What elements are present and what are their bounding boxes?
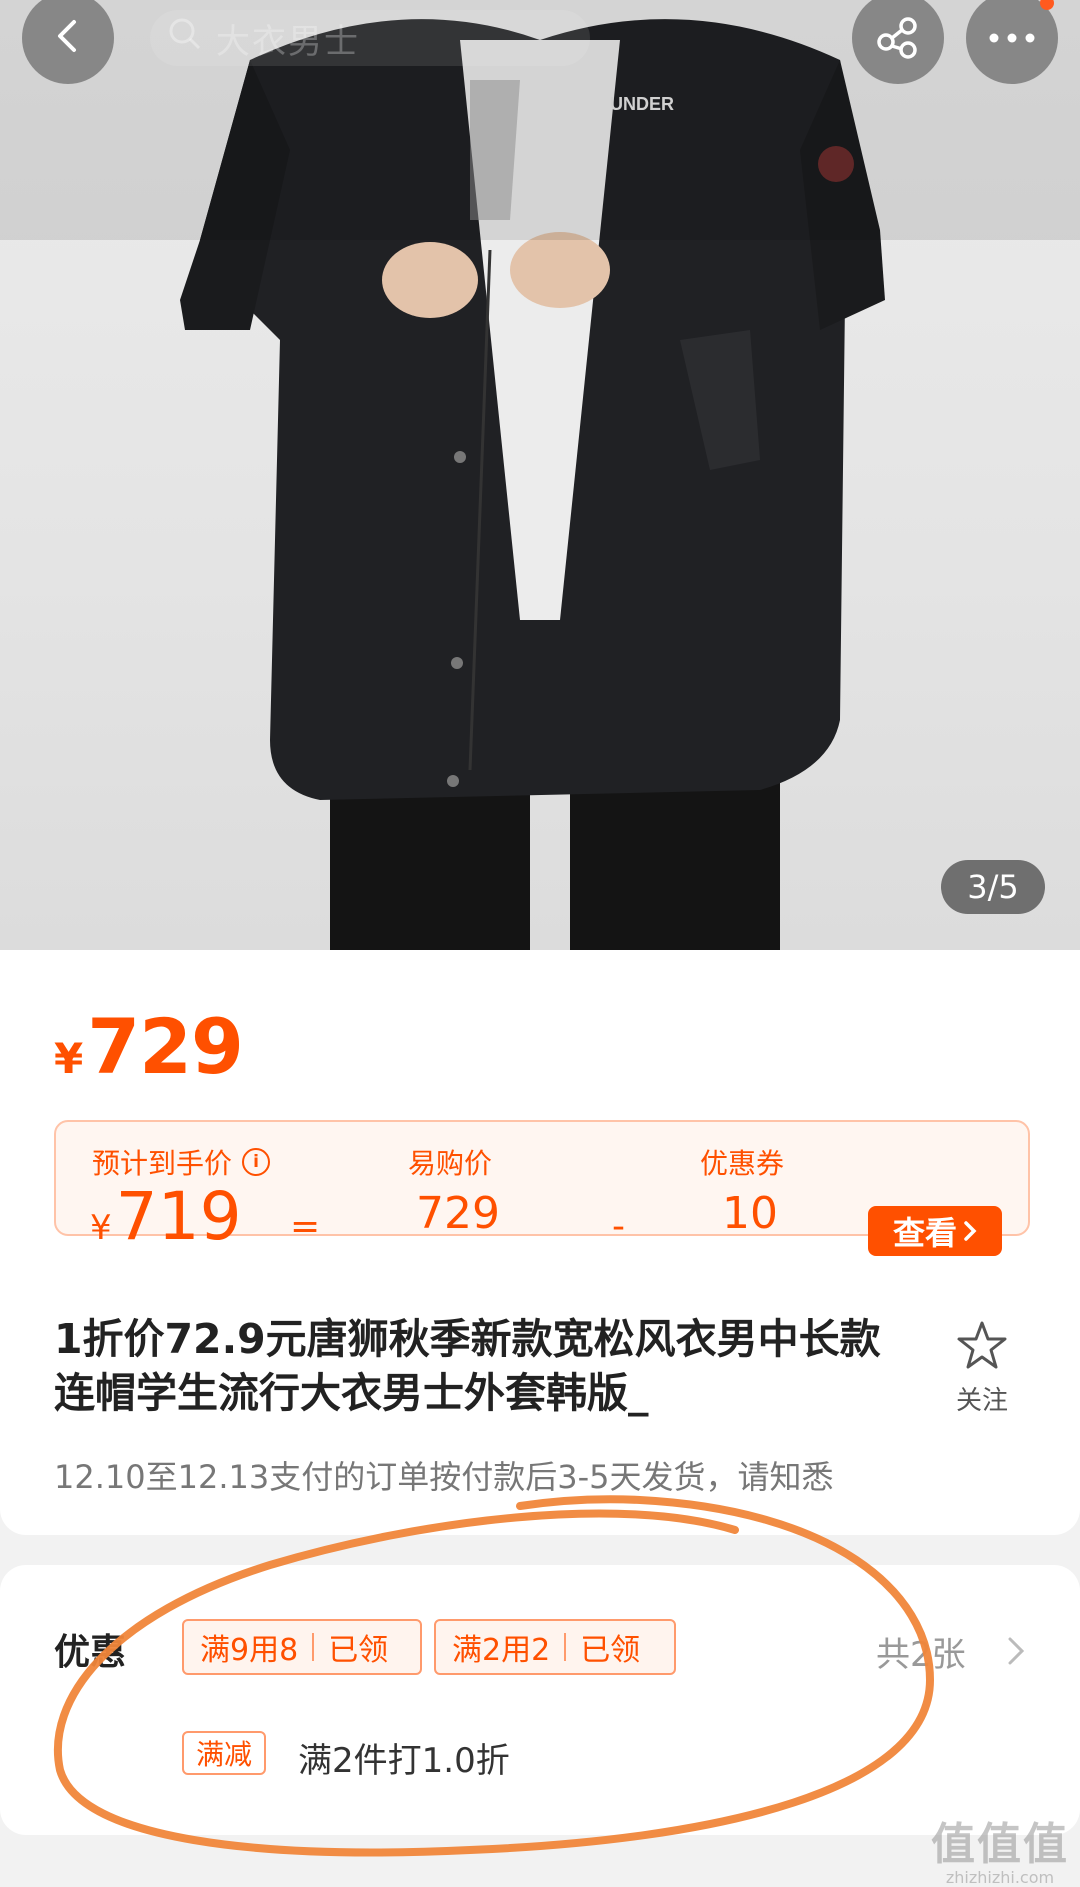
product-info-card: ¥ 729 预计到手价 i ¥ 719 = 易购价 729 - 优惠券 10 查… xyxy=(0,950,1080,1535)
chevron-left-icon xyxy=(48,16,88,60)
coupon-total-count: 共2张 xyxy=(876,1635,966,1675)
expected-price: ¥ 719 xyxy=(90,1178,242,1255)
coupon-text: 满2用2 xyxy=(452,1633,551,1668)
discount-text: 满2件打1.0折 xyxy=(298,1741,510,1781)
coupon-status: 已领 xyxy=(328,1633,389,1668)
yigou-price-value: 729 xyxy=(416,1188,500,1239)
info-icon[interactable]: i xyxy=(242,1148,271,1176)
shipping-note: 12.10至12.13支付的订单按付款后3-5天发货，请知悉 xyxy=(54,1458,834,1496)
expected-price-label: 预计到手价 i xyxy=(92,1142,271,1182)
coupon-status: 已领 xyxy=(580,1633,641,1668)
watermark-logo: 值值值 xyxy=(931,1819,1069,1870)
view-button-label: 查看 xyxy=(892,1214,957,1252)
more-dots-icon xyxy=(988,29,1036,48)
watermark: 值值值 zhizhizhi.com xyxy=(930,1808,1070,1887)
equals-sign: = xyxy=(290,1206,321,1247)
coupon-label: 优惠券 xyxy=(700,1147,785,1180)
search-bar[interactable]: 大衣男士 xyxy=(150,10,590,66)
expected-price-value: 719 xyxy=(115,1178,242,1255)
watermark-url: zhizhizhi.com xyxy=(945,1868,1055,1887)
expected-currency: ¥ xyxy=(90,1208,112,1248)
coupon-text: 满9用8 xyxy=(200,1633,299,1668)
coupon-tag[interactable]: 满2用2 已领 xyxy=(434,1619,676,1675)
chevron-right-icon[interactable] xyxy=(1006,1635,1026,1671)
price-calculation-box: 预计到手价 i ¥ 719 = 易购价 729 - 优惠券 10 查看 xyxy=(54,1120,1030,1256)
product-photo: UNDER xyxy=(0,0,1080,950)
price-currency: ¥ xyxy=(54,1034,84,1083)
product-image-gallery[interactable]: UNDER 大衣男士 3/5 xyxy=(0,0,1080,950)
coupon-value: 10 xyxy=(722,1188,778,1239)
chevron-right-icon xyxy=(963,1212,977,1250)
star-icon xyxy=(956,1320,1008,1374)
share-icon xyxy=(874,12,922,64)
image-counter: 3/5 xyxy=(941,860,1045,914)
coupon-tag[interactable]: 满9用8 已领 xyxy=(182,1619,422,1675)
follow-button[interactable]: 关注 xyxy=(946,1320,1018,1417)
product-title: 1折价72.9元唐狮秋季新款宽松风衣男中长款连帽学生流行大衣男士外套韩版_ xyxy=(54,1315,881,1417)
expected-price-label-text: 预计到手价 xyxy=(92,1147,233,1180)
product-price: ¥ 729 xyxy=(54,1002,244,1091)
search-icon xyxy=(168,17,202,60)
follow-label: 关注 xyxy=(955,1386,1008,1416)
view-button[interactable]: 查看 xyxy=(868,1206,1002,1256)
price-value: 729 xyxy=(87,1002,244,1091)
yigou-price-label: 易购价 xyxy=(408,1147,493,1180)
minus-sign: - xyxy=(612,1206,625,1247)
discount-tag: 满减 xyxy=(182,1731,267,1775)
promotion-title: 优惠 xyxy=(54,1632,127,1673)
search-placeholder: 大衣男士 xyxy=(216,21,360,62)
promotion-card[interactable]: 优惠 满9用8 已领 满2用2 已领 共2张 满减 满2件打1.0折 xyxy=(0,1565,1080,1835)
